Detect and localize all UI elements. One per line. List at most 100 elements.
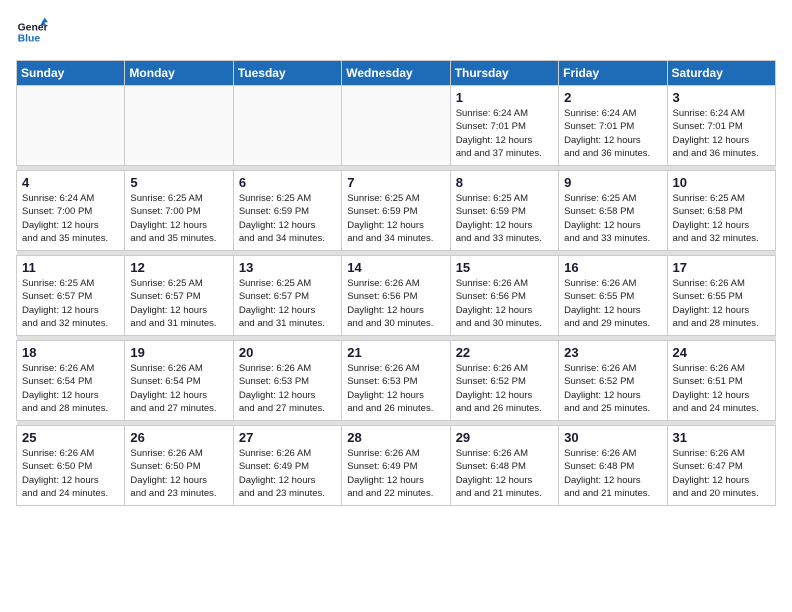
calendar-cell: 31 Sunrise: 6:26 AMSunset: 6:47 PMDayligh… (667, 426, 775, 506)
day-detail: Sunrise: 6:26 AMSunset: 6:48 PMDaylight:… (564, 447, 661, 500)
calendar-cell: 4 Sunrise: 6:24 AMSunset: 7:00 PMDaylight… (17, 171, 125, 251)
weekday-header: Thursday (450, 61, 558, 86)
calendar-cell (125, 86, 233, 166)
day-detail: Sunrise: 6:25 AMSunset: 6:57 PMDaylight:… (239, 277, 336, 330)
day-detail: Sunrise: 6:26 AMSunset: 6:54 PMDaylight:… (130, 362, 227, 415)
day-number: 2 (564, 90, 661, 105)
day-detail: Sunrise: 6:26 AMSunset: 6:50 PMDaylight:… (130, 447, 227, 500)
weekday-header: Saturday (667, 61, 775, 86)
day-detail: Sunrise: 6:25 AMSunset: 7:00 PMDaylight:… (130, 192, 227, 245)
calendar-table: SundayMondayTuesdayWednesdayThursdayFrid… (16, 60, 776, 506)
calendar-cell: 22 Sunrise: 6:26 AMSunset: 6:52 PMDayligh… (450, 341, 558, 421)
day-number: 10 (673, 175, 770, 190)
calendar-cell: 5 Sunrise: 6:25 AMSunset: 7:00 PMDaylight… (125, 171, 233, 251)
weekday-header: Sunday (17, 61, 125, 86)
day-detail: Sunrise: 6:24 AMSunset: 7:01 PMDaylight:… (564, 107, 661, 160)
day-detail: Sunrise: 6:26 AMSunset: 6:48 PMDaylight:… (456, 447, 553, 500)
day-detail: Sunrise: 6:26 AMSunset: 6:52 PMDaylight:… (564, 362, 661, 415)
weekday-header: Monday (125, 61, 233, 86)
day-number: 29 (456, 430, 553, 445)
weekday-header: Friday (559, 61, 667, 86)
day-detail: Sunrise: 6:25 AMSunset: 6:59 PMDaylight:… (347, 192, 444, 245)
calendar-week-row: 1 Sunrise: 6:24 AMSunset: 7:01 PMDaylight… (17, 86, 776, 166)
day-detail: Sunrise: 6:26 AMSunset: 6:56 PMDaylight:… (347, 277, 444, 330)
day-number: 5 (130, 175, 227, 190)
page-header: General Blue (16, 16, 776, 48)
weekday-header: Tuesday (233, 61, 341, 86)
day-detail: Sunrise: 6:26 AMSunset: 6:49 PMDaylight:… (347, 447, 444, 500)
calendar-cell: 16Sunrise: 6:26 AMSunset: 6:55 PMDayligh… (559, 256, 667, 336)
day-number: 13 (239, 260, 336, 275)
day-detail: Sunrise: 6:26 AMSunset: 6:52 PMDaylight:… (456, 362, 553, 415)
day-detail: Sunrise: 6:26 AMSunset: 6:51 PMDaylight:… (673, 362, 770, 415)
day-number: 28 (347, 430, 444, 445)
day-number: 23 (564, 345, 661, 360)
logo-icon: General Blue (16, 16, 48, 48)
day-detail: Sunrise: 6:25 AMSunset: 6:58 PMDaylight:… (564, 192, 661, 245)
logo: General Blue (16, 16, 52, 48)
day-number: 18 (22, 345, 119, 360)
day-number: 30 (564, 430, 661, 445)
day-number: 3 (673, 90, 770, 105)
calendar-cell: 19 Sunrise: 6:26 AMSunset: 6:54 PMDayligh… (125, 341, 233, 421)
day-number: 17 (673, 260, 770, 275)
calendar-cell: 8 Sunrise: 6:25 AMSunset: 6:59 PMDaylight… (450, 171, 558, 251)
calendar-header-row: SundayMondayTuesdayWednesdayThursdayFrid… (17, 61, 776, 86)
calendar-cell: 10 Sunrise: 6:25 AMSunset: 6:58 PMDayligh… (667, 171, 775, 251)
weekday-header: Wednesday (342, 61, 450, 86)
day-detail: Sunrise: 6:26 AMSunset: 6:47 PMDaylight:… (673, 447, 770, 500)
calendar-cell (17, 86, 125, 166)
day-detail: Sunrise: 6:24 AMSunset: 7:01 PMDaylight:… (456, 107, 553, 160)
calendar-week-row: 25Sunrise: 6:26 AMSunset: 6:50 PMDayligh… (17, 426, 776, 506)
calendar-week-row: 4 Sunrise: 6:24 AMSunset: 7:00 PMDaylight… (17, 171, 776, 251)
calendar-cell: 20 Sunrise: 6:26 AMSunset: 6:53 PMDayligh… (233, 341, 341, 421)
day-number: 12 (130, 260, 227, 275)
day-detail: Sunrise: 6:24 AMSunset: 7:00 PMDaylight:… (22, 192, 119, 245)
day-number: 31 (673, 430, 770, 445)
calendar-cell: 23 Sunrise: 6:26 AMSunset: 6:52 PMDayligh… (559, 341, 667, 421)
calendar-cell: 18 Sunrise: 6:26 AMSunset: 6:54 PMDayligh… (17, 341, 125, 421)
day-detail: Sunrise: 6:26 AMSunset: 6:50 PMDaylight:… (22, 447, 119, 500)
calendar-cell: 13 Sunrise: 6:25 AMSunset: 6:57 PMDayligh… (233, 256, 341, 336)
calendar-cell: 26Sunrise: 6:26 AMSunset: 6:50 PMDayligh… (125, 426, 233, 506)
day-number: 22 (456, 345, 553, 360)
day-number: 7 (347, 175, 444, 190)
calendar-cell: 7 Sunrise: 6:25 AMSunset: 6:59 PMDaylight… (342, 171, 450, 251)
calendar-cell: 15Sunrise: 6:26 AMSunset: 6:56 PMDayligh… (450, 256, 558, 336)
day-detail: Sunrise: 6:26 AMSunset: 6:53 PMDaylight:… (347, 362, 444, 415)
calendar-cell: 21 Sunrise: 6:26 AMSunset: 6:53 PMDayligh… (342, 341, 450, 421)
day-detail: Sunrise: 6:26 AMSunset: 6:54 PMDaylight:… (22, 362, 119, 415)
day-detail: Sunrise: 6:25 AMSunset: 6:58 PMDaylight:… (673, 192, 770, 245)
calendar-cell: 25Sunrise: 6:26 AMSunset: 6:50 PMDayligh… (17, 426, 125, 506)
calendar-week-row: 11 Sunrise: 6:25 AMSunset: 6:57 PMDayligh… (17, 256, 776, 336)
calendar-cell: 6 Sunrise: 6:25 AMSunset: 6:59 PMDaylight… (233, 171, 341, 251)
day-number: 19 (130, 345, 227, 360)
calendar-cell: 24 Sunrise: 6:26 AMSunset: 6:51 PMDayligh… (667, 341, 775, 421)
day-number: 27 (239, 430, 336, 445)
day-detail: Sunrise: 6:26 AMSunset: 6:49 PMDaylight:… (239, 447, 336, 500)
day-number: 4 (22, 175, 119, 190)
calendar-cell: 29 Sunrise: 6:26 AMSunset: 6:48 PMDayligh… (450, 426, 558, 506)
svg-text:Blue: Blue (18, 34, 41, 45)
day-detail: Sunrise: 6:26 AMSunset: 6:56 PMDaylight:… (456, 277, 553, 330)
day-detail: Sunrise: 6:25 AMSunset: 6:59 PMDaylight:… (456, 192, 553, 245)
calendar-cell: 9Sunrise: 6:25 AMSunset: 6:58 PMDaylight… (559, 171, 667, 251)
day-number: 21 (347, 345, 444, 360)
day-number: 1 (456, 90, 553, 105)
day-number: 14 (347, 260, 444, 275)
day-detail: Sunrise: 6:25 AMSunset: 6:57 PMDaylight:… (130, 277, 227, 330)
calendar-cell: 30 Sunrise: 6:26 AMSunset: 6:48 PMDayligh… (559, 426, 667, 506)
day-number: 20 (239, 345, 336, 360)
day-detail: Sunrise: 6:25 AMSunset: 6:59 PMDaylight:… (239, 192, 336, 245)
day-detail: Sunrise: 6:26 AMSunset: 6:55 PMDaylight:… (673, 277, 770, 330)
day-detail: Sunrise: 6:25 AMSunset: 6:57 PMDaylight:… (22, 277, 119, 330)
day-detail: Sunrise: 6:24 AMSunset: 7:01 PMDaylight:… (673, 107, 770, 160)
day-detail: Sunrise: 6:26 AMSunset: 6:53 PMDaylight:… (239, 362, 336, 415)
day-number: 8 (456, 175, 553, 190)
calendar-week-row: 18 Sunrise: 6:26 AMSunset: 6:54 PMDayligh… (17, 341, 776, 421)
calendar-cell: 27 Sunrise: 6:26 AMSunset: 6:49 PMDayligh… (233, 426, 341, 506)
day-number: 24 (673, 345, 770, 360)
day-number: 6 (239, 175, 336, 190)
day-number: 11 (22, 260, 119, 275)
calendar-cell (233, 86, 341, 166)
